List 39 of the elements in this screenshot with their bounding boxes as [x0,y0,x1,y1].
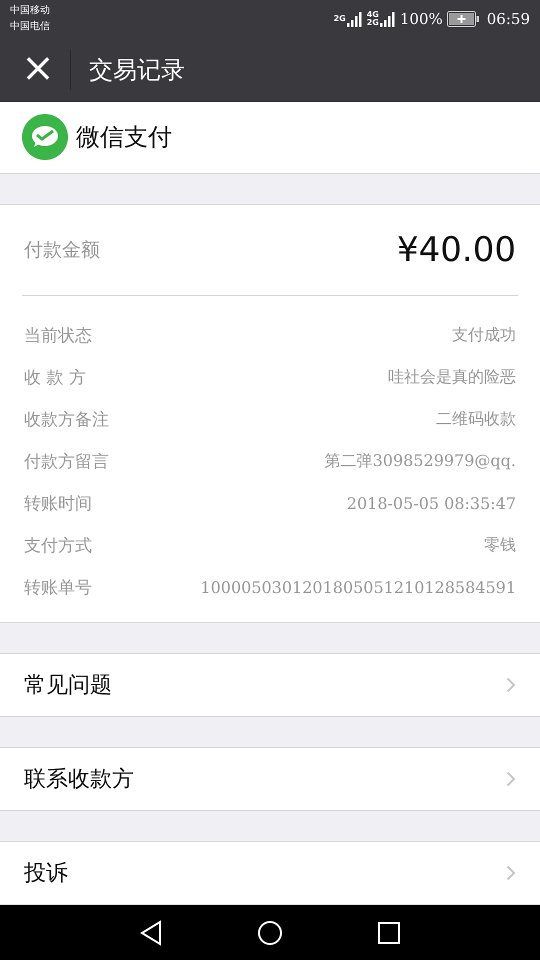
chevron-right-icon [506,771,516,788]
battery-charging-icon [446,11,479,28]
network-type: 2G [366,19,379,28]
detail-label: 当前状态 [24,324,92,347]
menu-item[interactable]: 常见问题 [0,653,540,718]
menu-item[interactable]: 联系收款方 [0,747,540,812]
network-type: 2G [334,15,346,24]
detail-label: 转账单号 [24,576,92,599]
back-icon[interactable] [139,920,163,946]
signal-icon [346,11,363,28]
brand-name: 微信支付 [76,122,172,154]
detail-value: 1000050301201805051210128584591 [200,578,516,597]
amount-label: 付款金额 [24,238,100,264]
detail-value: 第二弹3098529979@qq. [324,450,516,472]
carrier-name: 中国移动 [10,4,50,18]
recents-icon[interactable] [377,920,401,945]
detail-label: 付款方留言 [24,450,109,473]
clock: 06:59 [486,10,530,28]
chevron-right-icon [506,865,516,882]
chevron-right-icon [506,677,516,694]
network-type: 4G [366,11,379,20]
detail-label: 转账时间 [24,492,92,515]
detail-label: 收款方备注 [24,408,109,431]
close-button[interactable]: × [18,48,58,92]
amount-value: ¥40.00 [397,230,516,270]
detail-value: 2018-05-05 08:35:47 [346,494,516,513]
home-icon[interactable] [257,920,283,946]
detail-label: 收 款 方 [24,366,86,389]
detail-value: 哇社会是真的险恶 [388,366,516,388]
page-title: 交易记录 [89,55,185,86]
detail-label: 支付方式 [24,534,92,557]
detail-value: 支付成功 [452,324,516,346]
carrier-name: 中国电信 [10,20,50,34]
detail-value: 零钱 [484,534,516,556]
menu-item[interactable]: 投诉 [0,841,540,906]
wechat-pay-logo-icon [22,114,68,160]
detail-value: 二维码收款 [436,408,516,430]
battery-level: 100% [400,10,443,28]
signal-icon [380,11,396,28]
